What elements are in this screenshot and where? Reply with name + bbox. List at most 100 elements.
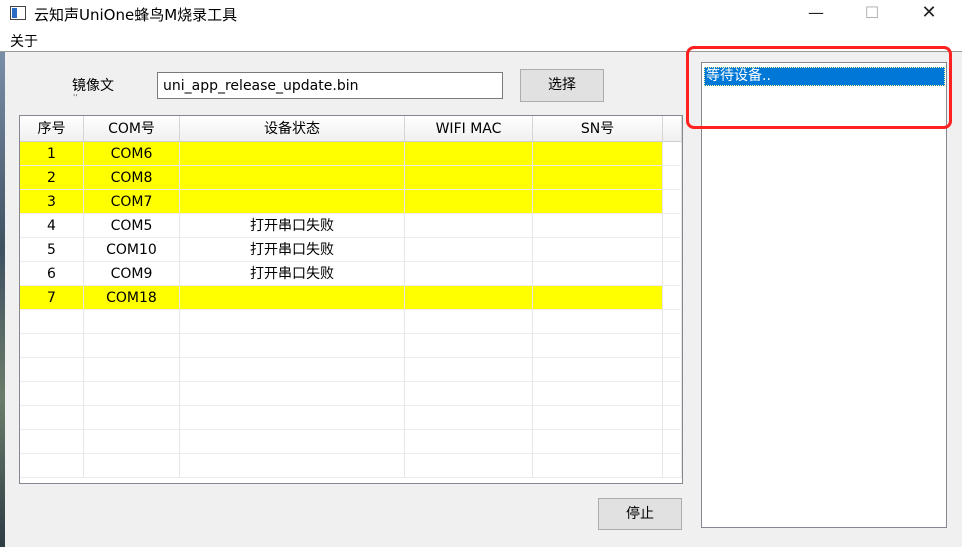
cell-index[interactable]: 2 <box>20 166 84 190</box>
device-table[interactable]: 序号 COM号 设备状态 WIFI MAC SN号 1 COM6 2 COM8 3 COM… <box>19 115 683 484</box>
table-row-empty[interactable] <box>20 430 682 454</box>
cell-status[interactable] <box>180 430 405 454</box>
cell-status[interactable] <box>180 406 405 430</box>
table-row[interactable]: 5 COM10 打开串口失败 <box>20 238 682 262</box>
table-row[interactable]: 4 COM5 打开串口失败 <box>20 214 682 238</box>
cell-index[interactable] <box>20 454 84 478</box>
cell-status[interactable] <box>180 286 405 310</box>
column-header-com[interactable]: COM号 <box>84 116 180 142</box>
cell-wifi-mac[interactable] <box>405 286 533 310</box>
table-row-empty[interactable] <box>20 382 682 406</box>
cell-wifi-mac[interactable] <box>405 142 533 166</box>
column-header-wifi-mac[interactable]: WIFI MAC <box>405 116 533 142</box>
column-header-status[interactable]: 设备状态 <box>180 116 405 142</box>
cell-com[interactable]: COM6 <box>84 142 180 166</box>
table-row[interactable]: 3 COM7 <box>20 190 682 214</box>
cell-wifi-mac[interactable] <box>405 382 533 406</box>
cell-com[interactable] <box>84 382 180 406</box>
table-row[interactable]: 6 COM9 打开串口失败 <box>20 262 682 286</box>
cell-status[interactable] <box>180 334 405 358</box>
column-header-filler <box>663 116 682 142</box>
cell-wifi-mac[interactable] <box>405 334 533 358</box>
cell-wifi-mac[interactable] <box>405 406 533 430</box>
cell-com[interactable]: COM18 <box>84 286 180 310</box>
cell-com[interactable] <box>84 310 180 334</box>
cell-sn[interactable] <box>533 334 663 358</box>
cell-status[interactable]: 打开串口失败 <box>180 214 405 238</box>
cell-index[interactable] <box>20 358 84 382</box>
cell-index[interactable] <box>20 406 84 430</box>
cell-status[interactable] <box>180 310 405 334</box>
cell-sn[interactable] <box>533 190 663 214</box>
cell-status[interactable] <box>180 142 405 166</box>
cell-wifi-mac[interactable] <box>405 454 533 478</box>
cell-com[interactable] <box>84 406 180 430</box>
table-row[interactable]: 1 COM6 <box>20 142 682 166</box>
cell-com[interactable]: COM8 <box>84 166 180 190</box>
cell-sn[interactable] <box>533 382 663 406</box>
cell-sn[interactable] <box>533 406 663 430</box>
cell-status[interactable] <box>180 382 405 406</box>
column-header-index[interactable]: 序号 <box>20 116 84 142</box>
table-row-empty[interactable] <box>20 334 682 358</box>
cell-sn[interactable] <box>533 286 663 310</box>
title-bar[interactable]: 云知声UniOne蜂鸟M烧录工具 — ☐ ✕ <box>0 0 962 28</box>
table-row[interactable]: 7 COM18 <box>20 286 682 310</box>
cell-status[interactable] <box>180 454 405 478</box>
cell-wifi-mac[interactable] <box>405 166 533 190</box>
cell-com[interactable]: COM9 <box>84 262 180 286</box>
cell-wifi-mac[interactable] <box>405 430 533 454</box>
cell-status[interactable]: 打开串口失败 <box>180 238 405 262</box>
cell-index[interactable] <box>20 382 84 406</box>
cell-status[interactable] <box>180 166 405 190</box>
cell-sn[interactable] <box>533 430 663 454</box>
cell-index[interactable]: 1 <box>20 142 84 166</box>
close-icon[interactable]: ✕ <box>906 0 952 28</box>
log-list[interactable]: 等待设备.. <box>701 62 947 528</box>
cell-sn[interactable] <box>533 166 663 190</box>
cell-com[interactable]: COM7 <box>84 190 180 214</box>
cell-sn[interactable] <box>533 142 663 166</box>
cell-index[interactable]: 6 <box>20 262 84 286</box>
table-row-empty[interactable] <box>20 406 682 430</box>
cell-wifi-mac[interactable] <box>405 190 533 214</box>
table-row-empty[interactable] <box>20 454 682 478</box>
cell-index[interactable] <box>20 334 84 358</box>
cell-com[interactable]: COM5 <box>84 214 180 238</box>
cell-index[interactable]: 5 <box>20 238 84 262</box>
cell-sn[interactable] <box>533 358 663 382</box>
cell-wifi-mac[interactable] <box>405 238 533 262</box>
cell-com[interactable] <box>84 454 180 478</box>
cell-sn[interactable] <box>533 214 663 238</box>
image-path-input[interactable] <box>157 72 503 99</box>
minimize-icon[interactable]: — <box>793 0 839 28</box>
cell-wifi-mac[interactable] <box>405 214 533 238</box>
cell-com[interactable] <box>84 334 180 358</box>
select-file-button[interactable]: 选择 <box>520 69 604 102</box>
cell-com[interactable] <box>84 358 180 382</box>
cell-wifi-mac[interactable] <box>405 310 533 334</box>
cell-sn[interactable] <box>533 310 663 334</box>
cell-wifi-mac[interactable] <box>405 358 533 382</box>
cell-status[interactable] <box>180 190 405 214</box>
menu-item-about[interactable]: 关于 <box>10 31 38 51</box>
cell-com[interactable] <box>84 430 180 454</box>
cell-index[interactable]: 7 <box>20 286 84 310</box>
column-header-sn[interactable]: SN号 <box>533 116 663 142</box>
cell-sn[interactable] <box>533 454 663 478</box>
cell-sn[interactable] <box>533 238 663 262</box>
cell-com[interactable]: COM10 <box>84 238 180 262</box>
cell-index[interactable] <box>20 310 84 334</box>
cell-status[interactable]: 打开串口失败 <box>180 262 405 286</box>
stop-button[interactable]: 停止 <box>598 498 682 530</box>
cell-index[interactable]: 3 <box>20 190 84 214</box>
cell-wifi-mac[interactable] <box>405 262 533 286</box>
cell-index[interactable] <box>20 430 84 454</box>
maximize-icon[interactable]: ☐ <box>849 0 895 28</box>
cell-status[interactable] <box>180 358 405 382</box>
table-row-empty[interactable] <box>20 310 682 334</box>
table-row[interactable]: 2 COM8 <box>20 166 682 190</box>
cell-sn[interactable] <box>533 262 663 286</box>
table-row-empty[interactable] <box>20 358 682 382</box>
cell-index[interactable]: 4 <box>20 214 84 238</box>
